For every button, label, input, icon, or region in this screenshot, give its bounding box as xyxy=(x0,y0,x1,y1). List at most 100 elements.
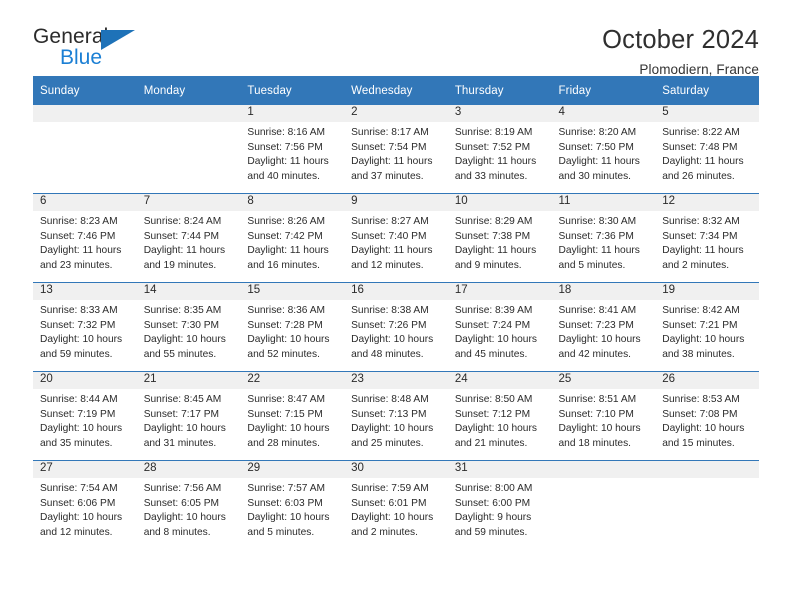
day-cell[interactable]: 27 Sunrise: 7:54 AM Sunset: 6:06 PM Dayligh… xyxy=(33,461,137,549)
day-details: Sunrise: 8:50 AM Sunset: 7:12 PM Daylight:… xyxy=(448,389,552,451)
sunset-text: Sunset: 6:01 PM xyxy=(351,497,427,509)
day-details: Sunrise: 8:33 AM Sunset: 7:32 PM Daylight:… xyxy=(33,300,137,362)
day-details: Sunrise: 7:59 AM Sunset: 6:01 PM Daylight:… xyxy=(344,478,448,540)
sunrise-text: Sunrise: 8:53 AM xyxy=(662,394,740,405)
calendar-cell xyxy=(655,460,759,549)
day-cell[interactable]: 20 Sunrise: 8:44 AM Sunset: 7:19 PM Dayligh… xyxy=(33,372,137,460)
day-number: 5 xyxy=(655,105,759,122)
daylight-text: Daylight: 10 hours and 52 minutes. xyxy=(247,334,330,360)
day-cell[interactable]: 9 Sunrise: 8:27 AM Sunset: 7:40 PM Daylight… xyxy=(344,194,448,282)
weekday-header-monday: Monday xyxy=(136,76,241,105)
day-details: Sunrise: 7:57 AM Sunset: 6:03 PM Daylight:… xyxy=(240,478,344,540)
calendar-week-row: 27 Sunrise: 7:54 AM Sunset: 6:06 PM Dayligh… xyxy=(33,460,759,549)
day-details xyxy=(552,478,656,482)
daylight-text: Daylight: 10 hours and 8 minutes. xyxy=(143,512,226,538)
calendar-cell: 11 Sunrise: 8:30 AM Sunset: 7:36 PM Dayligh… xyxy=(551,193,656,283)
calendar-cell: 16 Sunrise: 8:38 AM Sunset: 7:26 PM Dayligh… xyxy=(344,282,448,372)
day-cell[interactable]: 16 Sunrise: 8:38 AM Sunset: 7:26 PM Dayligh… xyxy=(344,283,448,371)
sunrise-text: Sunrise: 8:00 AM xyxy=(454,483,533,494)
day-number xyxy=(33,105,137,122)
daylight-text: Daylight: 10 hours and 2 minutes. xyxy=(351,512,434,538)
daylight-text: Daylight: 11 hours and 5 minutes. xyxy=(558,245,640,271)
day-cell[interactable]: 21 Sunrise: 8:45 AM Sunset: 7:17 PM Dayligh… xyxy=(136,372,241,460)
weekday-header-thursday: Thursday xyxy=(447,76,552,105)
day-cell[interactable]: 8 Sunrise: 8:26 AM Sunset: 7:42 PM Daylight… xyxy=(240,194,345,282)
day-cell[interactable]: 10 Sunrise: 8:29 AM Sunset: 7:38 PM Dayligh… xyxy=(447,194,552,282)
day-number xyxy=(551,461,656,478)
day-cell[interactable]: 28 Sunrise: 7:56 AM Sunset: 6:05 PM Dayligh… xyxy=(136,461,241,549)
day-details: Sunrise: 8:29 AM Sunset: 7:38 PM Daylight:… xyxy=(448,211,552,273)
daylight-text: Daylight: 10 hours and 45 minutes. xyxy=(454,334,537,360)
day-cell[interactable]: 23 Sunrise: 8:48 AM Sunset: 7:13 PM Dayligh… xyxy=(344,372,448,460)
sunrise-text: Sunrise: 8:48 AM xyxy=(351,394,429,405)
daylight-text: Daylight: 10 hours and 21 minutes. xyxy=(454,423,537,449)
sunset-text: Sunset: 7:34 PM xyxy=(662,230,738,242)
day-number: 12 xyxy=(655,194,759,211)
day-number: 4 xyxy=(551,105,656,122)
day-number: 3 xyxy=(447,105,552,122)
day-cell[interactable]: 2 Sunrise: 8:17 AM Sunset: 7:54 PM Daylight… xyxy=(344,105,448,193)
calendar-cell: 10 Sunrise: 8:29 AM Sunset: 7:38 PM Dayligh… xyxy=(447,193,552,283)
day-cell[interactable]: 30 Sunrise: 7:59 AM Sunset: 6:01 PM Dayligh… xyxy=(344,461,448,549)
day-cell[interactable]: 31 Sunrise: 8:00 AM Sunset: 6:00 PM Dayligh… xyxy=(447,461,552,549)
sunrise-text: Sunrise: 8:27 AM xyxy=(351,216,429,227)
page-subtitle: Plomodiern, France xyxy=(639,62,759,78)
day-cell[interactable]: 26 Sunrise: 8:53 AM Sunset: 7:08 PM Dayligh… xyxy=(655,372,759,460)
day-cell[interactable]: 15 Sunrise: 8:36 AM Sunset: 7:28 PM Dayligh… xyxy=(240,283,345,371)
day-cell[interactable]: 6 Sunrise: 8:23 AM Sunset: 7:46 PM Daylight… xyxy=(33,194,137,282)
calendar-cell: 13 Sunrise: 8:33 AM Sunset: 7:32 PM Dayligh… xyxy=(33,282,137,372)
daylight-text: Daylight: 10 hours and 25 minutes. xyxy=(351,423,434,449)
day-cell[interactable]: 7 Sunrise: 8:24 AM Sunset: 7:44 PM Daylight… xyxy=(136,194,241,282)
day-number: 21 xyxy=(136,372,241,389)
day-cell[interactable]: 11 Sunrise: 8:30 AM Sunset: 7:36 PM Dayligh… xyxy=(551,194,656,282)
daylight-text: Daylight: 11 hours and 12 minutes. xyxy=(351,245,433,271)
sunset-text: Sunset: 7:46 PM xyxy=(40,230,116,242)
logo-triangle-icon xyxy=(101,30,135,50)
daylight-text: Daylight: 10 hours and 12 minutes. xyxy=(40,512,123,538)
sunset-text: Sunset: 7:56 PM xyxy=(247,141,323,153)
day-cell[interactable]: 14 Sunrise: 8:35 AM Sunset: 7:30 PM Dayligh… xyxy=(136,283,241,371)
day-cell[interactable]: 19 Sunrise: 8:42 AM Sunset: 7:21 PM Dayligh… xyxy=(655,283,759,371)
day-cell[interactable]: 18 Sunrise: 8:41 AM Sunset: 7:23 PM Dayligh… xyxy=(551,283,656,371)
daylight-text: Daylight: 10 hours and 42 minutes. xyxy=(558,334,641,360)
day-number: 2 xyxy=(344,105,448,122)
calendar-cell: 23 Sunrise: 8:48 AM Sunset: 7:13 PM Dayligh… xyxy=(344,371,448,461)
day-cell[interactable]: 17 Sunrise: 8:39 AM Sunset: 7:24 PM Dayligh… xyxy=(447,283,552,371)
sunset-text: Sunset: 7:19 PM xyxy=(40,408,116,420)
sunset-text: Sunset: 7:48 PM xyxy=(662,141,738,153)
sunrise-text: Sunrise: 8:24 AM xyxy=(143,216,222,227)
sunrise-text: Sunrise: 8:30 AM xyxy=(558,216,637,227)
day-number: 15 xyxy=(240,283,345,300)
day-cell[interactable]: 22 Sunrise: 8:47 AM Sunset: 7:15 PM Dayligh… xyxy=(240,372,345,460)
day-cell[interactable]: 4 Sunrise: 8:20 AM Sunset: 7:50 PM Daylight… xyxy=(551,105,656,193)
day-number: 11 xyxy=(551,194,656,211)
day-number: 26 xyxy=(655,372,759,389)
day-cell[interactable]: 3 Sunrise: 8:19 AM Sunset: 7:52 PM Daylight… xyxy=(447,105,552,193)
sunset-text: Sunset: 7:30 PM xyxy=(143,319,220,331)
calendar-cell: 2 Sunrise: 8:17 AM Sunset: 7:54 PM Daylight… xyxy=(344,105,448,194)
day-details: Sunrise: 8:39 AM Sunset: 7:24 PM Daylight:… xyxy=(448,300,552,362)
day-cell[interactable]: 24 Sunrise: 8:50 AM Sunset: 7:12 PM Dayligh… xyxy=(447,372,552,460)
calendar-cell: 24 Sunrise: 8:50 AM Sunset: 7:12 PM Dayligh… xyxy=(447,371,552,461)
day-cell xyxy=(136,105,241,193)
day-details: Sunrise: 7:54 AM Sunset: 6:06 PM Daylight:… xyxy=(33,478,137,540)
day-cell[interactable]: 1 Sunrise: 8:16 AM Sunset: 7:56 PM Daylight… xyxy=(240,105,345,193)
day-details: Sunrise: 8:24 AM Sunset: 7:44 PM Daylight:… xyxy=(137,211,241,273)
day-number: 30 xyxy=(344,461,448,478)
day-cell[interactable]: 25 Sunrise: 8:51 AM Sunset: 7:10 PM Dayligh… xyxy=(551,372,656,460)
daylight-text: Daylight: 10 hours and 31 minutes. xyxy=(143,423,226,449)
day-details: Sunrise: 7:56 AM Sunset: 6:05 PM Daylight:… xyxy=(137,478,241,540)
day-details: Sunrise: 8:23 AM Sunset: 7:46 PM Daylight:… xyxy=(33,211,137,273)
sunrise-text: Sunrise: 8:36 AM xyxy=(247,305,325,316)
sunrise-text: Sunrise: 8:45 AM xyxy=(143,394,222,405)
calendar-header-row: Sunday Monday Tuesday Wednesday Thursday… xyxy=(33,76,759,105)
day-details: Sunrise: 8:41 AM Sunset: 7:23 PM Daylight:… xyxy=(552,300,656,362)
day-cell[interactable]: 13 Sunrise: 8:33 AM Sunset: 7:32 PM Dayligh… xyxy=(33,283,137,371)
sunrise-text: Sunrise: 7:57 AM xyxy=(247,483,325,494)
sunset-text: Sunset: 7:32 PM xyxy=(40,319,116,331)
brand-logo[interactable]: General Blue xyxy=(33,26,153,74)
sunrise-text: Sunrise: 8:26 AM xyxy=(247,216,325,227)
day-cell[interactable]: 29 Sunrise: 7:57 AM Sunset: 6:03 PM Dayligh… xyxy=(240,461,345,549)
day-cell[interactable]: 12 Sunrise: 8:32 AM Sunset: 7:34 PM Dayligh… xyxy=(655,194,759,282)
day-cell[interactable]: 5 Sunrise: 8:22 AM Sunset: 7:48 PM Daylight… xyxy=(655,105,759,193)
